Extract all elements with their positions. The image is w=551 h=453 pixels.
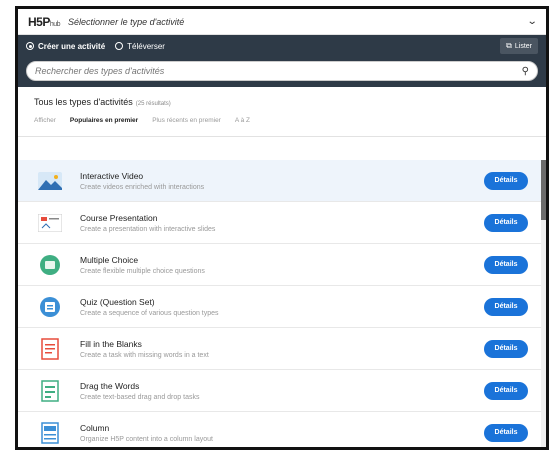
tab-create-label: Créer une activité: [38, 41, 106, 51]
radio-icon: [115, 42, 124, 50]
list-item[interactable]: Multiple Choice Create flexible multiple …: [18, 244, 546, 286]
list-item[interactable]: Quiz (Question Set) Create a sequence of …: [18, 286, 546, 328]
load-button-label: Lister: [514, 42, 532, 50]
search-area: ⚲: [18, 57, 546, 87]
sort-popular[interactable]: Populaires en premier: [70, 117, 138, 124]
drag-words-icon: [38, 379, 62, 403]
load-button[interactable]: ⧉ Lister: [500, 38, 538, 54]
multiple-choice-icon: [38, 253, 62, 277]
details-button[interactable]: Détails: [484, 423, 528, 442]
course-presentation-icon: [38, 211, 62, 235]
h5p-logo: H5Phub: [28, 14, 61, 29]
radio-selected-icon: [26, 42, 34, 50]
item-name: Quiz (Question Set): [80, 296, 155, 307]
results-count: (25 résultats): [135, 101, 171, 107]
sort-az[interactable]: A à Z: [235, 117, 250, 124]
scrollbar-thumb[interactable]: [541, 160, 546, 220]
search-input[interactable]: [35, 66, 522, 76]
details-button[interactable]: Détails: [484, 381, 528, 400]
details-button[interactable]: Détails: [484, 213, 528, 232]
tab-upload[interactable]: Téléverser: [115, 42, 165, 51]
hub-titlebar[interactable]: H5Phub Sélectionner le type d'activité ⌄: [18, 9, 546, 35]
results-heading: Tous les types d'activités (25 résultats): [34, 97, 171, 107]
h5p-hub-panel: H5Phub Sélectionner le type d'activité ⌄…: [15, 6, 549, 450]
item-name: Column: [80, 422, 110, 433]
content-type-list: Interactive Video Create videos enriched …: [18, 160, 546, 447]
item-desc: Create videos enriched with interactions: [80, 183, 205, 191]
question-set-icon: [38, 295, 62, 319]
tab-create[interactable]: Créer une activité: [26, 42, 105, 51]
item-name: Course Presentation: [80, 212, 158, 223]
list-item[interactable]: Interactive Video Create videos enriched …: [18, 160, 546, 202]
item-desc: Create text-based drag and drop tasks: [80, 393, 200, 401]
item-desc: Create a sequence of various question ty…: [80, 309, 219, 317]
tab-upload-label: Téléverser: [127, 41, 165, 51]
item-name: Interactive Video: [80, 170, 144, 181]
list-item[interactable]: Column Organize H5P content into a column…: [18, 412, 546, 447]
column-icon: [38, 421, 62, 445]
item-name: Fill in the Blanks: [80, 338, 142, 349]
list-item[interactable]: Drag the Words Create text-based drag and…: [18, 370, 546, 412]
details-button[interactable]: Détails: [484, 171, 528, 190]
item-desc: Create a presentation with interactive s…: [80, 225, 216, 233]
item-desc: Create a task with missing words in a te…: [80, 351, 209, 359]
sort-options: Afficher Populaires en premier Plus réce…: [34, 117, 530, 124]
item-desc: Create flexible multiple choice question…: [80, 267, 205, 275]
search-icon[interactable]: ⚲: [522, 66, 529, 77]
item-name: Multiple Choice: [80, 254, 139, 265]
interactive-video-icon: [38, 169, 62, 193]
search-box[interactable]: ⚲: [26, 61, 538, 81]
item-desc: Organize H5P content into a column layou…: [80, 435, 213, 443]
chevron-down-icon[interactable]: ⌄: [526, 16, 537, 27]
filter-section: Tous les types d'activités (25 résultats)…: [18, 87, 546, 137]
copy-icon: ⧉: [506, 41, 512, 50]
details-button[interactable]: Détails: [484, 297, 528, 316]
hub-title: Sélectionner le type d'activité: [68, 16, 185, 27]
details-button[interactable]: Détails: [484, 255, 528, 274]
details-button[interactable]: Détails: [484, 339, 528, 358]
tab-bar: Créer une activité Téléverser ⧉ Lister: [18, 35, 546, 57]
show-label: Afficher: [34, 117, 56, 124]
list-item[interactable]: Course Presentation Create a presentation…: [18, 202, 546, 244]
sort-recent[interactable]: Plus récents en premier: [152, 117, 221, 124]
item-name: Drag the Words: [80, 380, 140, 391]
list-item[interactable]: Fill in the Blanks Create a task with mis…: [18, 328, 546, 370]
fill-blanks-icon: [38, 337, 62, 361]
